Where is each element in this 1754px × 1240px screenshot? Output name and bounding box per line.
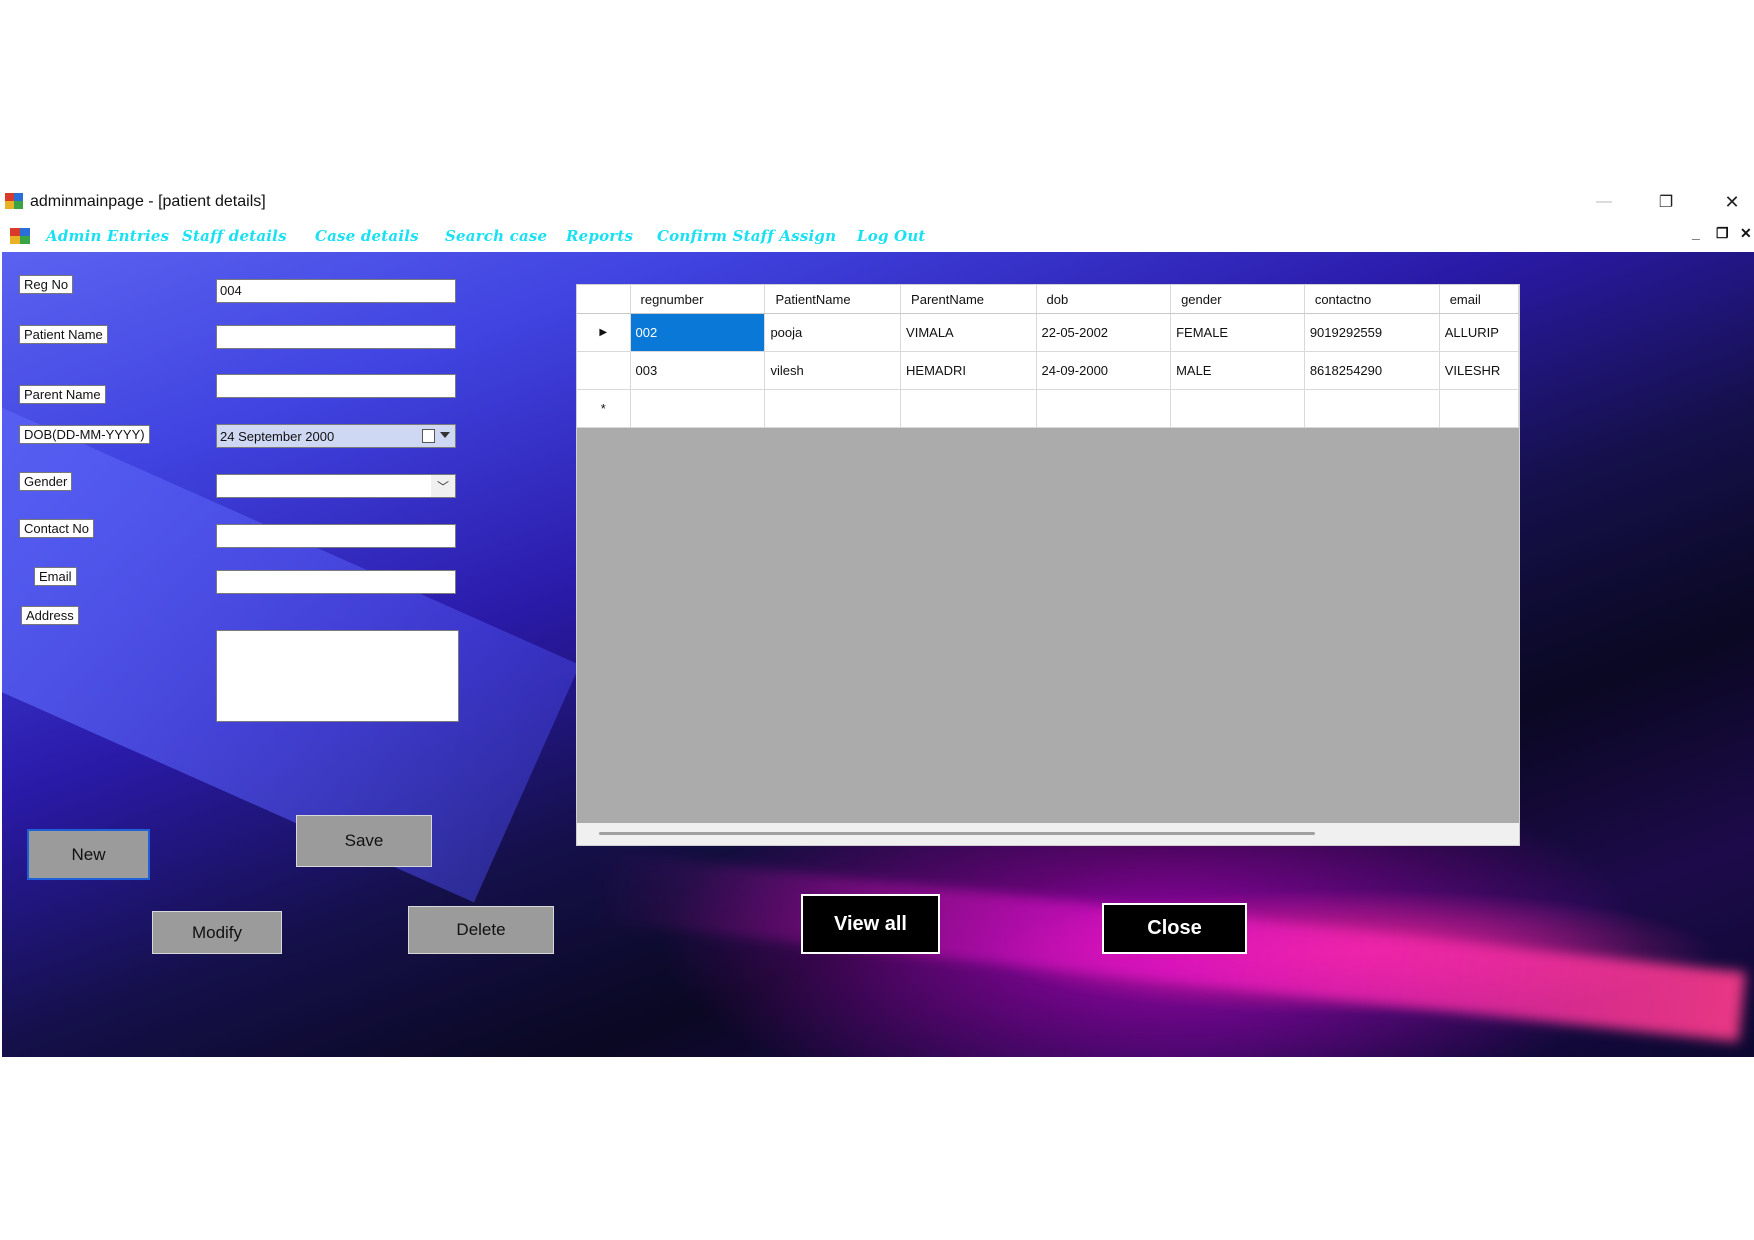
menu-staff-details[interactable]: Staff details: [182, 227, 287, 245]
contact-no-label: Contact No: [19, 519, 95, 538]
close-window-button[interactable]: ✕: [1712, 189, 1752, 215]
table-cell[interactable]: HEMADRI: [900, 351, 1037, 390]
table-cell[interactable]: 9019292559: [1304, 313, 1440, 352]
table-row[interactable]: ▶ 002 pooja VIMALA 22-05-2002 FEMALE 901…: [577, 313, 1519, 352]
email-label: Email: [34, 567, 77, 586]
reg-no-label: Reg No: [19, 275, 74, 294]
table-cell[interactable]: vilesh: [764, 351, 902, 390]
grid-header-row: regnumber PatientName ParentName dob gen…: [577, 285, 1519, 314]
menu-search-case[interactable]: Search case: [445, 227, 547, 245]
title-bar: adminmainpage - [patient details] — ❐ ✕: [0, 185, 1754, 220]
table-cell[interactable]: FEMALE: [1170, 313, 1305, 352]
table-cell[interactable]: [1439, 389, 1519, 428]
table-cell[interactable]: ALLURIP: [1439, 313, 1519, 352]
column-header-patientname[interactable]: PatientName: [764, 285, 902, 314]
dob-label: DOB(DD-MM-YYYY): [19, 425, 150, 444]
save-button[interactable]: Save: [296, 815, 432, 867]
table-cell[interactable]: [1036, 389, 1172, 428]
menu-reports[interactable]: Reports: [566, 227, 633, 245]
address-label: Address: [21, 606, 79, 625]
reg-no-input[interactable]: 004: [216, 279, 456, 303]
patient-name-input[interactable]: [216, 325, 456, 349]
horizontal-scrollbar[interactable]: [577, 823, 1519, 845]
contact-no-input[interactable]: [216, 524, 456, 548]
table-row[interactable]: 003 vilesh HEMADRI 24-09-2000 MALE 86182…: [577, 351, 1519, 390]
dob-date-picker[interactable]: 24 September 2000: [216, 424, 456, 448]
close-button[interactable]: Close: [1102, 903, 1247, 954]
current-row-indicator-icon[interactable]: ▶: [577, 313, 631, 352]
mdi-close-button[interactable]: ✕: [1740, 225, 1752, 242]
table-cell[interactable]: 24-09-2000: [1036, 351, 1172, 390]
table-cell[interactable]: VILESHR: [1439, 351, 1519, 390]
column-header-contactno[interactable]: contactno: [1304, 285, 1440, 314]
gender-select[interactable]: ﹀: [216, 474, 456, 498]
table-cell[interactable]: [764, 389, 902, 428]
table-cell[interactable]: [630, 389, 766, 428]
modify-button[interactable]: Modify: [152, 911, 282, 954]
new-row-indicator-icon[interactable]: *: [577, 389, 631, 428]
table-cell[interactable]: 8618254290: [1304, 351, 1440, 390]
dropdown-arrow-icon[interactable]: [440, 432, 450, 438]
table-cell[interactable]: MALE: [1170, 351, 1305, 390]
chevron-down-icon[interactable]: ﹀: [431, 475, 455, 497]
menu-bar: Admin Entries Staff details Case details…: [0, 220, 1754, 252]
table-cell[interactable]: 003: [630, 351, 766, 390]
minimize-button[interactable]: —: [1584, 189, 1624, 215]
column-header-parentname[interactable]: ParentName: [900, 285, 1037, 314]
mdi-child-icon: [10, 228, 30, 244]
grid-corner-header[interactable]: [577, 285, 631, 314]
scrollbar-thumb[interactable]: [599, 832, 1315, 835]
gender-label: Gender: [19, 472, 73, 491]
app-icon: [5, 193, 23, 209]
new-button[interactable]: New: [27, 829, 150, 880]
dob-value: 24 September 2000: [220, 428, 335, 444]
patient-data-grid[interactable]: regnumber PatientName ParentName dob gen…: [576, 284, 1520, 846]
mdi-restore-button[interactable]: ❐: [1716, 225, 1729, 242]
window-title: adminmainpage - [patient details]: [30, 193, 266, 210]
menu-confirm-staff-assign[interactable]: Confirm Staff Assign: [657, 227, 836, 245]
delete-button[interactable]: Delete: [408, 906, 554, 954]
mdi-minimize-button[interactable]: _: [1692, 225, 1700, 241]
view-all-button[interactable]: View all: [801, 894, 940, 954]
column-header-gender[interactable]: gender: [1170, 285, 1305, 314]
table-cell[interactable]: VIMALA: [900, 313, 1037, 352]
table-cell[interactable]: [900, 389, 1037, 428]
parent-name-input[interactable]: [216, 374, 456, 398]
table-cell[interactable]: 002: [630, 313, 766, 352]
table-cell[interactable]: [1170, 389, 1305, 428]
calendar-icon[interactable]: [422, 429, 435, 443]
column-header-regnumber[interactable]: regnumber: [630, 285, 766, 314]
new-row[interactable]: *: [577, 389, 1519, 428]
restore-button[interactable]: ❐: [1646, 189, 1686, 215]
email-input[interactable]: [216, 570, 456, 594]
table-cell[interactable]: 22-05-2002: [1036, 313, 1172, 352]
patient-name-label: Patient Name: [19, 325, 108, 344]
app-window: adminmainpage - [patient details] — ❐ ✕ …: [0, 185, 1754, 1057]
parent-name-label: Parent Name: [19, 385, 106, 404]
row-header[interactable]: [577, 351, 631, 390]
menu-log-out[interactable]: Log Out: [857, 227, 926, 245]
address-textarea[interactable]: [216, 630, 459, 722]
table-cell[interactable]: pooja: [764, 313, 902, 352]
menu-admin-entries[interactable]: Admin Entries: [46, 227, 169, 245]
menu-case-details[interactable]: Case details: [315, 227, 419, 245]
column-header-email[interactable]: email: [1439, 285, 1519, 314]
column-header-dob[interactable]: dob: [1036, 285, 1172, 314]
table-cell[interactable]: [1304, 389, 1440, 428]
